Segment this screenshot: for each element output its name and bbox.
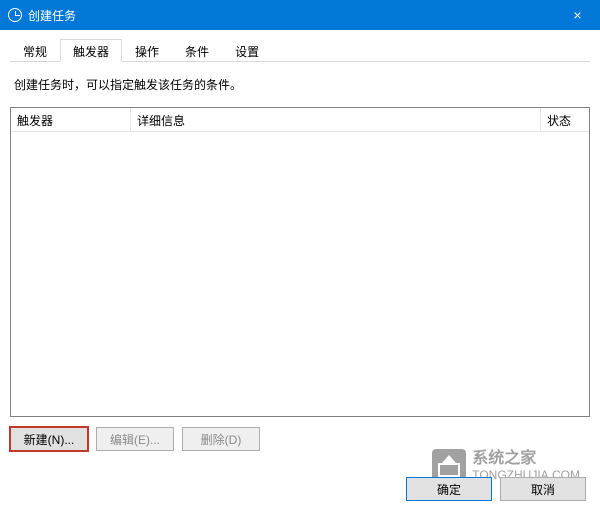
triggers-table: 触发器 详细信息 状态: [10, 107, 590, 417]
tab-settings[interactable]: 设置: [222, 39, 272, 62]
col-header-detail-label: 详细信息: [137, 114, 185, 128]
table-header: 触发器 详细信息 状态: [11, 108, 589, 132]
close-button[interactable]: ×: [555, 0, 600, 30]
tab-description: 创建任务时，可以指定触发该任务的条件。: [10, 62, 590, 107]
titlebar: 创建任务 ×: [0, 0, 600, 30]
tab-settings-label: 设置: [235, 45, 259, 59]
cancel-button[interactable]: 取消: [500, 477, 586, 501]
tab-conditions[interactable]: 条件: [172, 39, 222, 62]
edit-button-label: 编辑(E)...: [110, 431, 160, 448]
tab-actions[interactable]: 操作: [122, 39, 172, 62]
col-header-status-label: 状态: [547, 114, 571, 128]
dialog-content: 常规 触发器 操作 条件 设置 创建任务时，可以指定触发该任务的条件。 触发器 …: [0, 30, 600, 461]
col-header-detail[interactable]: 详细信息: [131, 108, 541, 131]
tab-general-label: 常规: [23, 45, 47, 59]
clock-icon: [8, 8, 22, 22]
edit-button[interactable]: 编辑(E)...: [96, 427, 174, 451]
cancel-button-label: 取消: [531, 481, 555, 498]
ok-button[interactable]: 确定: [406, 477, 492, 501]
new-button-label: 新建(N)...: [24, 431, 75, 448]
tab-triggers[interactable]: 触发器: [60, 39, 122, 62]
window-title: 创建任务: [28, 7, 76, 24]
tab-triggers-label: 触发器: [73, 45, 109, 59]
action-row: 新建(N)... 编辑(E)... 删除(D): [10, 427, 590, 451]
dialog-button-row: 确定 取消: [406, 477, 586, 501]
tab-conditions-label: 条件: [185, 45, 209, 59]
close-icon: ×: [573, 7, 581, 23]
delete-button-label: 删除(D): [201, 431, 242, 448]
tab-general[interactable]: 常规: [10, 39, 60, 62]
table-body: [11, 132, 589, 416]
ok-button-label: 确定: [437, 481, 461, 498]
tab-strip: 常规 触发器 操作 条件 设置: [10, 38, 590, 62]
tab-actions-label: 操作: [135, 45, 159, 59]
col-header-trigger[interactable]: 触发器: [11, 108, 131, 131]
new-button[interactable]: 新建(N)...: [10, 427, 88, 451]
col-header-trigger-label: 触发器: [17, 114, 53, 128]
delete-button[interactable]: 删除(D): [182, 427, 260, 451]
col-header-status[interactable]: 状态: [541, 108, 589, 131]
